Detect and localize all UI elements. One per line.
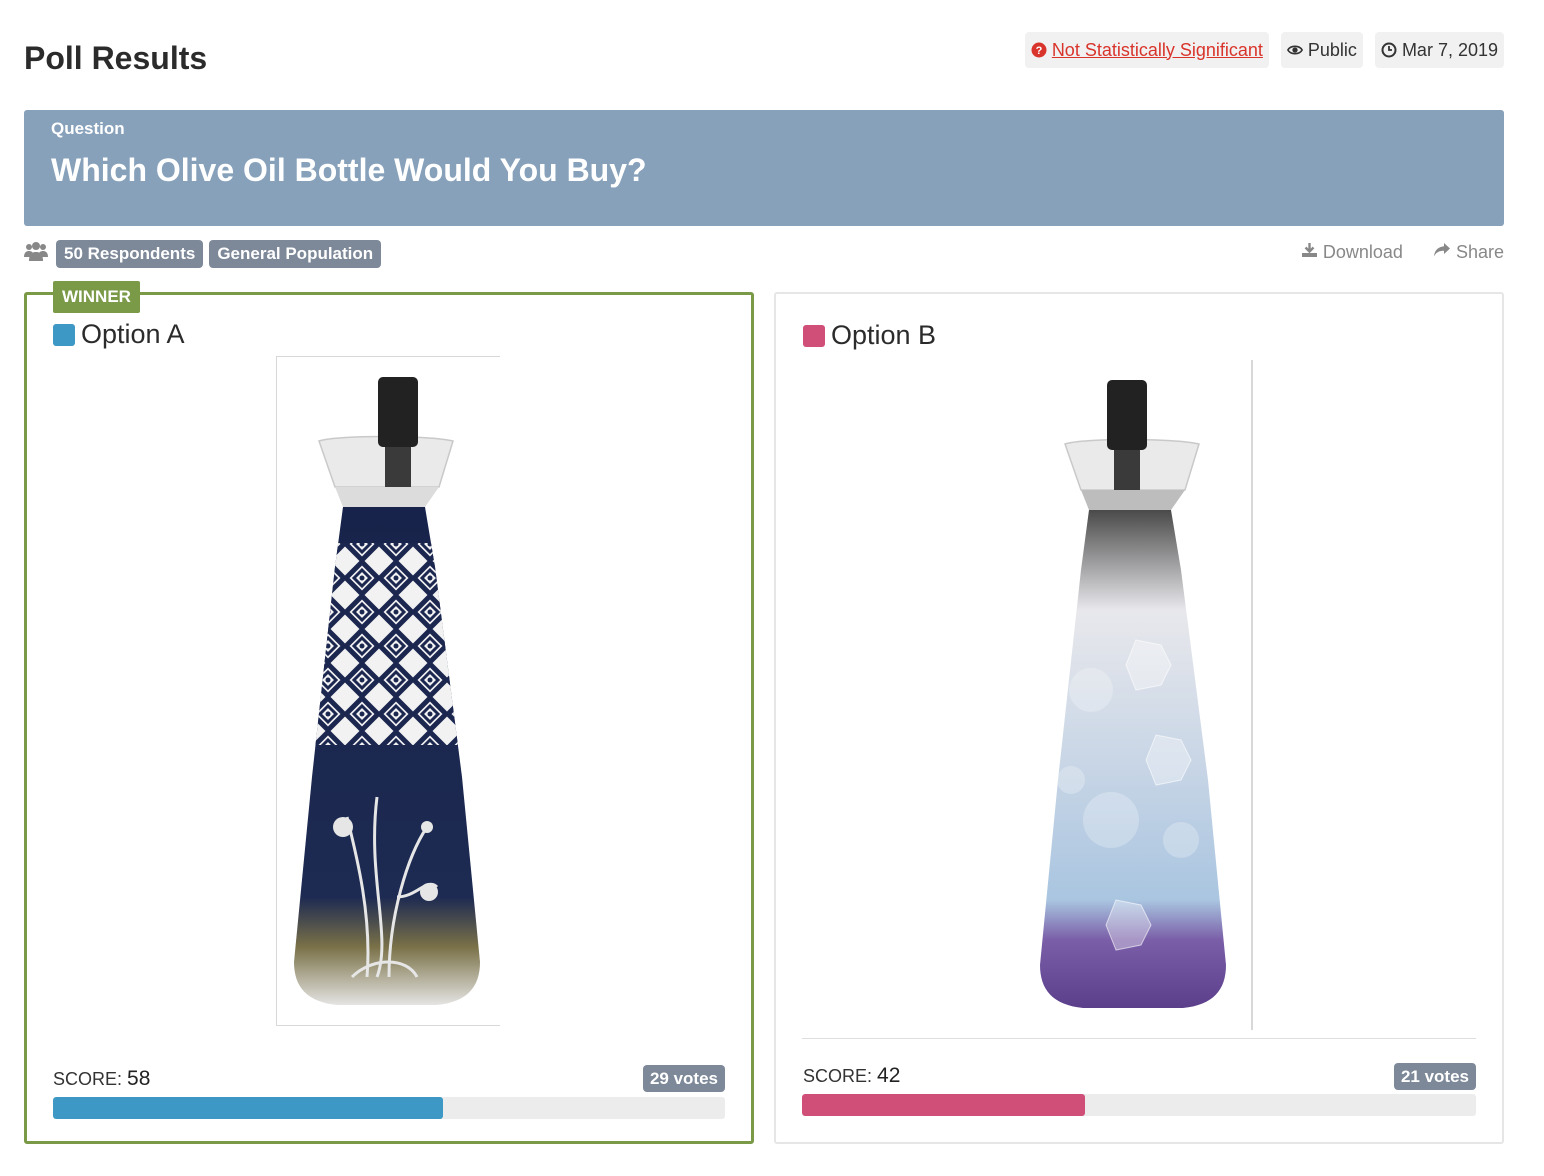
option-b-image <box>1031 360 1253 1030</box>
respondents-badge: 50 Respondents <box>56 240 204 268</box>
winner-badge: WINNER <box>53 281 140 313</box>
option-b-progress <box>802 1094 1476 1116</box>
download-label: Download <box>1322 242 1403 262</box>
download-button[interactable]: Download <box>1301 242 1403 263</box>
users-icon <box>24 241 50 268</box>
option-b-progress-fill <box>802 1094 1086 1116</box>
option-b-votes: 21 votes <box>1393 1063 1476 1090</box>
option-a-score: SCORE: 58 <box>53 1067 150 1091</box>
option-b-score-label: SCORE: <box>803 1066 873 1086</box>
option-a-score-label: SCORE: <box>53 1069 123 1089</box>
option-card-a: WINNER Option A SCORE: 58 29 votes <box>24 281 754 1144</box>
option-card-b: Option B SCORE: 42 21 votes <box>774 292 1504 1144</box>
option-a-progress-fill <box>53 1097 443 1119</box>
date-label: Mar 7, 2019 <box>1401 39 1498 60</box>
option-b-color-swatch <box>803 324 825 347</box>
eye-icon <box>1286 42 1303 58</box>
share-button[interactable]: Share <box>1433 242 1504 263</box>
option-b-name: Option B <box>831 320 937 350</box>
page-title: Poll Results <box>24 40 208 76</box>
option-b-score-value: 42 <box>877 1064 901 1087</box>
option-a-progress <box>53 1097 725 1119</box>
question-label: Question <box>51 119 125 138</box>
clock-icon <box>1381 42 1397 58</box>
share-label: Share <box>1455 242 1504 262</box>
date-badge: Mar 7, 2019 <box>1374 32 1504 68</box>
question-text: Which Olive Oil Bottle Would You Buy? <box>51 152 647 188</box>
option-a-votes: 29 votes <box>642 1065 725 1092</box>
option-a-image <box>276 356 500 1026</box>
significance-badge[interactable]: ? Not Statistically Significant <box>1024 32 1269 68</box>
audience-badge: General Population <box>209 240 382 268</box>
option-b-score: SCORE: 42 <box>803 1064 900 1088</box>
result-actions: Download Share <box>1301 242 1504 263</box>
status-badges: ? Not Statistically Significant Public M… <box>1024 32 1504 68</box>
significance-link[interactable]: Not Statistically Significant <box>1052 40 1263 61</box>
option-a-header: Option A <box>53 319 185 350</box>
option-a-color-swatch <box>53 323 75 346</box>
respondent-info: 50 Respondents General Population <box>24 240 382 268</box>
visibility-badge: Public <box>1280 32 1363 68</box>
option-b-divider <box>802 1038 1476 1039</box>
share-icon <box>1433 242 1451 263</box>
svg-text:?: ? <box>1035 45 1042 57</box>
question-circle-icon: ? <box>1031 42 1047 58</box>
option-b-header: Option B <box>803 320 936 351</box>
question-panel: Question Which Olive Oil Bottle Would Yo… <box>24 110 1504 226</box>
visibility-label: Public <box>1307 39 1357 60</box>
download-icon <box>1301 242 1318 263</box>
option-a-score-value: 58 <box>127 1067 151 1090</box>
option-a-name: Option A <box>81 319 185 349</box>
